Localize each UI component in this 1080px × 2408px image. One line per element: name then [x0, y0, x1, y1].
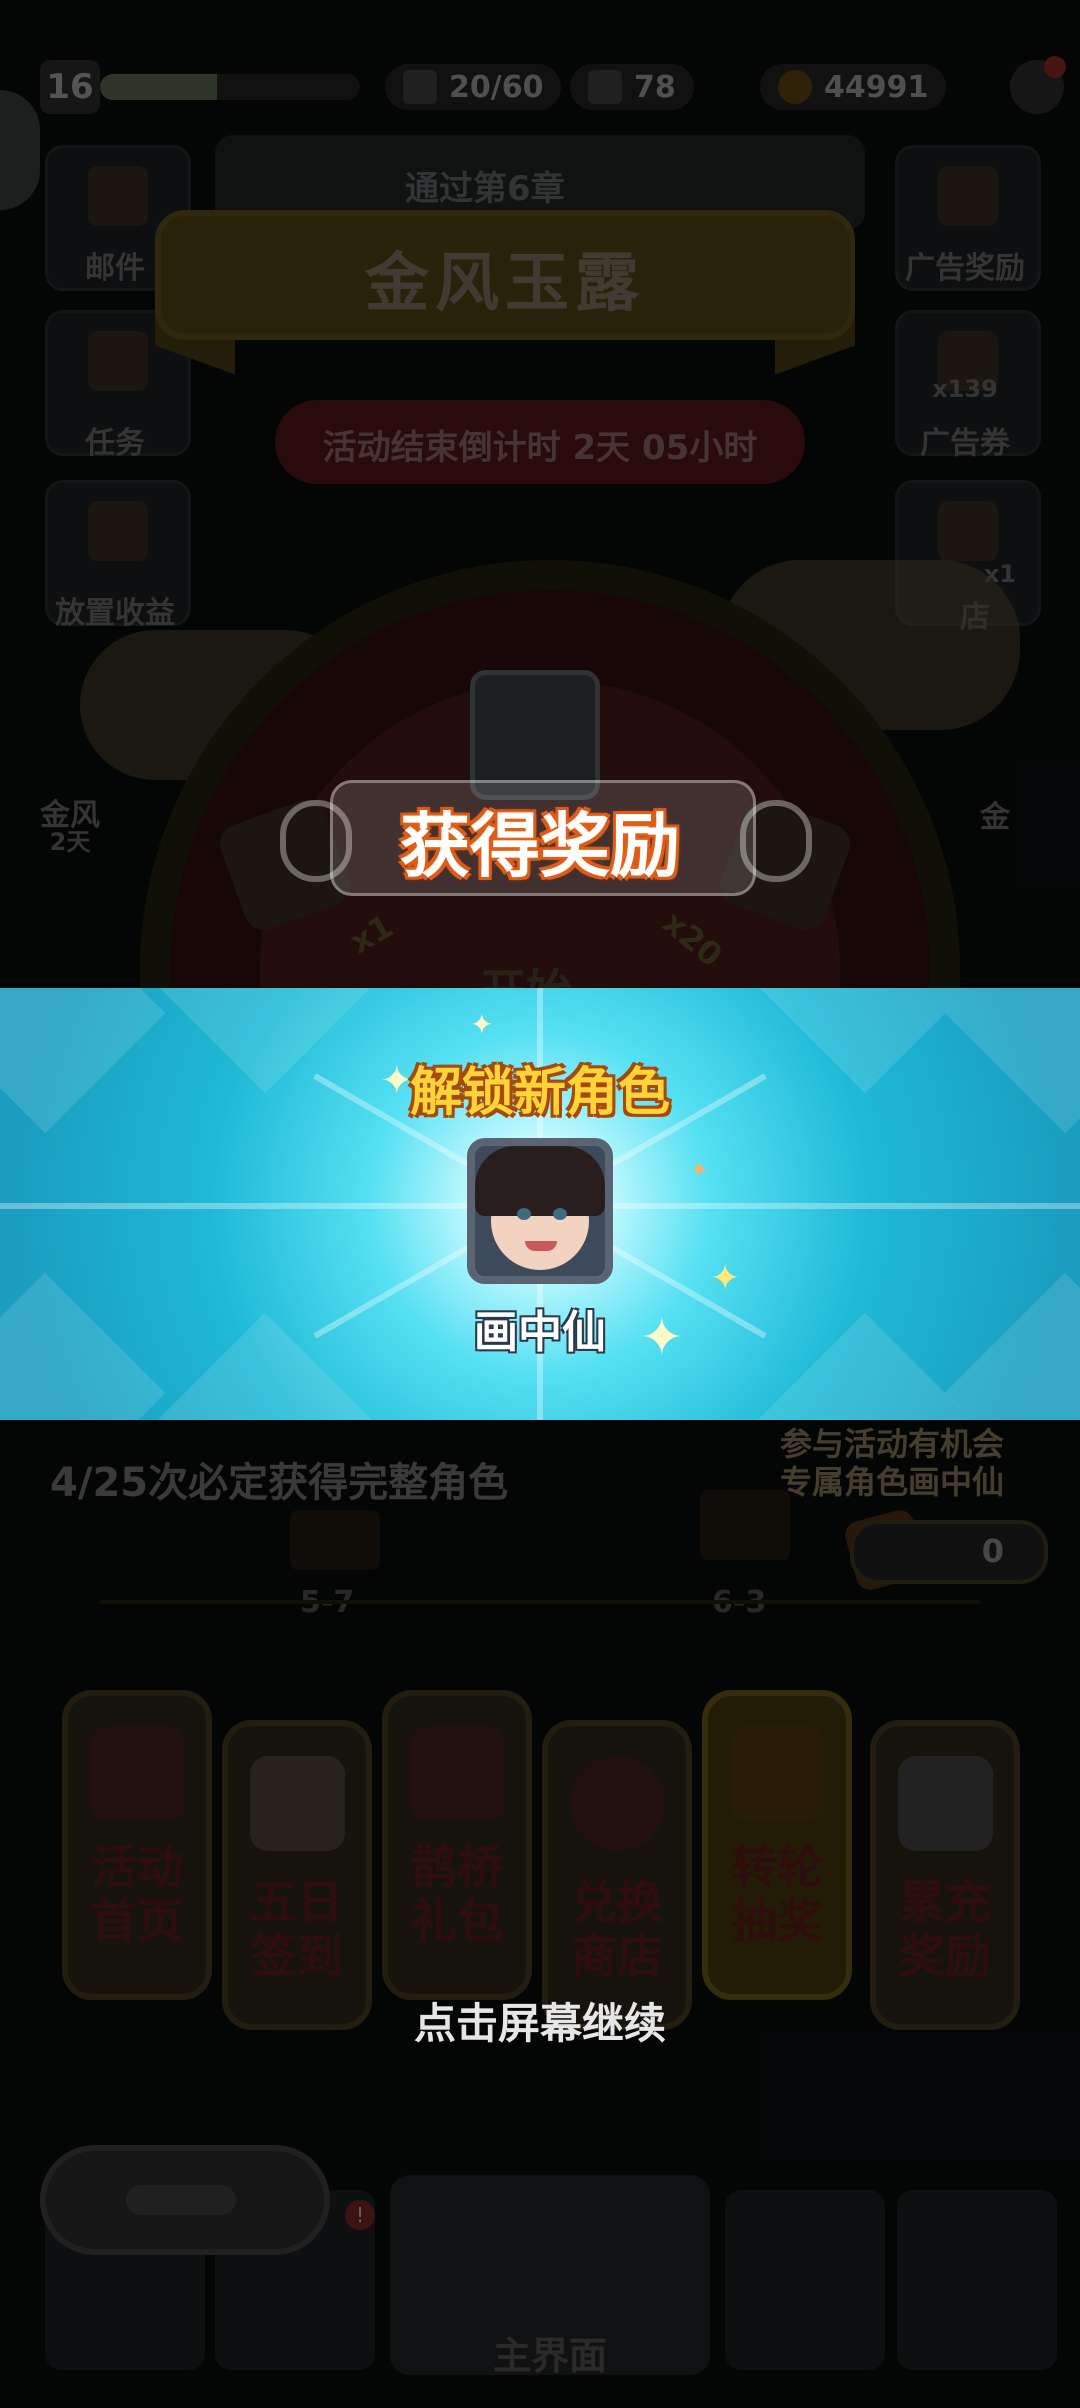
nav-badge: !	[345, 2200, 375, 2230]
ad-ticket-count: x139	[932, 375, 998, 403]
xp-bar-fill	[100, 74, 217, 100]
reward-title: 获得奖励	[400, 805, 680, 887]
gem-value: 78	[634, 69, 676, 105]
character-hair	[475, 1146, 605, 1216]
energy-value: 20/60	[449, 69, 544, 105]
clock-icon	[88, 501, 148, 561]
unlock-title: 解锁新角色	[409, 1063, 670, 1123]
participate-info: 参与活动有机会 专属角色画中仙	[780, 1425, 1040, 1501]
envelope-icon	[410, 1726, 505, 1821]
nav-main[interactable]: 主界面	[390, 2175, 710, 2378]
idle-reward-label: 放置收益	[55, 596, 175, 631]
back-button[interactable]	[40, 2145, 330, 2255]
progress-track	[100, 1600, 980, 1604]
sparkle-icon: ✦	[710, 1258, 741, 1299]
character-portrait	[467, 1138, 613, 1284]
energy-stat[interactable]: 20/60	[385, 64, 562, 110]
bag-icon	[938, 501, 998, 561]
participate-line-1: 参与活动有机会	[780, 1425, 1005, 1463]
countdown-text: 活动结束倒计时 2天 05小时	[322, 428, 758, 468]
stage-chest-left[interactable]	[290, 1510, 380, 1570]
tap-to-continue[interactable]: 点击屏幕继续	[0, 1990, 1080, 2051]
card-bridge-pack-label: 鹊桥 礼包	[411, 1840, 503, 1948]
coin-icon	[778, 70, 812, 104]
knot-icon	[90, 1726, 185, 1821]
xp-bar	[100, 74, 360, 100]
settings-gear-icon[interactable]	[1010, 56, 1066, 114]
guarantee-text: 4/25次必定获得完整角色	[50, 1460, 509, 1506]
nav-guild[interactable]	[897, 2190, 1057, 2370]
card-wheel-lottery-label: 转轮 抽奖	[731, 1840, 823, 1948]
mail-icon	[88, 166, 148, 226]
right-side-label: 金	[980, 800, 1010, 835]
player-level: 16	[40, 60, 100, 114]
nav-main-label: 主界面	[492, 2334, 607, 2378]
nav-skills[interactable]	[725, 2190, 885, 2370]
gem-stat[interactable]: 78	[570, 64, 694, 110]
video-icon	[938, 166, 998, 226]
card-event-home-label: 活动 首页	[91, 1840, 183, 1948]
event-title: 金风玉露	[365, 247, 645, 321]
fan-icon	[730, 1726, 825, 1821]
scroll-icon	[88, 331, 148, 391]
gold-stat[interactable]: 44991	[760, 64, 947, 110]
task-label: 任务	[85, 426, 145, 461]
character-mouth	[525, 1241, 557, 1251]
status-bar: 16 20/60 78 44991	[0, 56, 1080, 114]
chapter-label: 通过第6章	[405, 169, 565, 209]
character-eye	[553, 1208, 567, 1220]
ad-ticket-label: 广告券	[920, 426, 1010, 461]
cloud-gift-icon	[898, 1756, 993, 1851]
sparkle-icon: ✦	[470, 1008, 494, 1041]
ticket-counter: 0	[850, 1520, 1048, 1584]
event-countdown: 活动结束倒计时 2天 05小时	[275, 400, 805, 484]
event-side-days: 2天	[49, 828, 91, 856]
bracelet-icon	[570, 1756, 665, 1851]
sparkle-icon: ✦	[690, 1158, 709, 1183]
card-recharge-reward-label: 累充 奖励	[899, 1875, 991, 1983]
gem-icon	[588, 70, 622, 104]
character-eye	[517, 1208, 531, 1220]
card-exchange-shop-label: 兑换 商店	[571, 1875, 663, 1983]
side-float-button[interactable]	[0, 90, 40, 210]
character-name: 画中仙	[474, 1307, 606, 1358]
participate-line-2: 专属角色画中仙	[780, 1463, 1005, 1501]
lightning-icon	[403, 70, 437, 104]
stage-chest-right[interactable]	[700, 1490, 790, 1560]
arrow-left-icon	[126, 2185, 236, 2215]
calendar-icon	[250, 1756, 345, 1851]
gold-value: 44991	[824, 69, 929, 105]
ad-reward-label: 广告奖励	[905, 251, 1025, 286]
ticket-count: 0	[981, 1532, 1004, 1570]
card-five-day-signin-label: 五日 签到	[251, 1875, 343, 1983]
